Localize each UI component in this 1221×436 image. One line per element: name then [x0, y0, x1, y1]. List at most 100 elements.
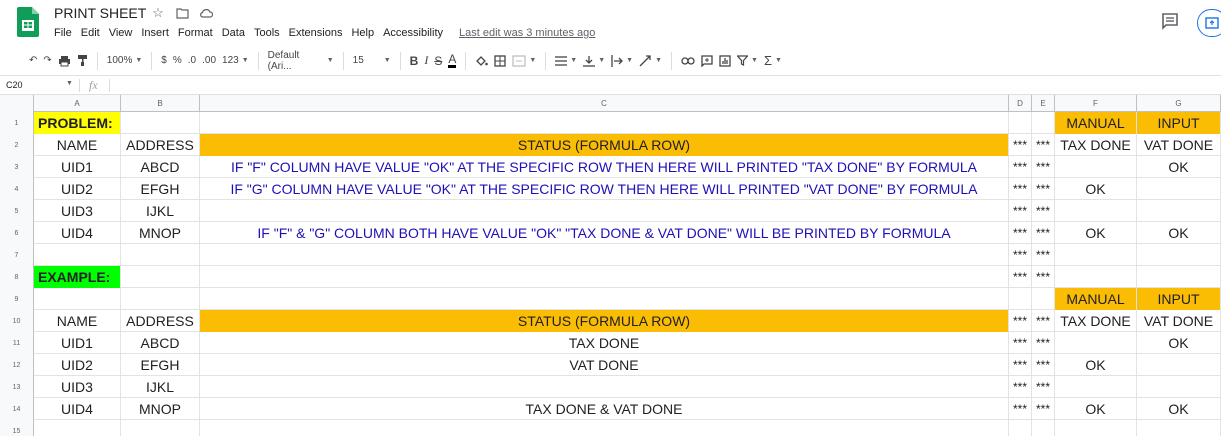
cell-d10[interactable]: *** — [1009, 310, 1032, 332]
cell-g4[interactable] — [1137, 178, 1221, 200]
row-header[interactable]: 15 — [0, 420, 34, 436]
cell-e14[interactable]: *** — [1032, 398, 1055, 420]
cell-a4[interactable]: UID2 — [34, 178, 121, 200]
cell-g14[interactable]: OK — [1137, 398, 1221, 420]
cell-b6[interactable]: MNOP — [121, 222, 200, 244]
cell-e15[interactable] — [1032, 420, 1055, 436]
cell-a6[interactable]: UID4 — [34, 222, 121, 244]
horizontal-align-icon[interactable]: ▼ — [552, 51, 580, 71]
row-header[interactable]: 10 — [0, 310, 34, 332]
cell-g12[interactable] — [1137, 354, 1221, 376]
strikethrough-button[interactable]: S — [431, 51, 445, 71]
vertical-align-icon[interactable]: ▼ — [580, 51, 608, 71]
cell-a2[interactable]: NAME — [34, 134, 121, 156]
cell-e9[interactable] — [1032, 288, 1055, 310]
cell-e7[interactable]: *** — [1032, 244, 1055, 266]
column-header-c[interactable]: C — [200, 95, 1009, 112]
insert-link-icon[interactable] — [678, 51, 698, 71]
cell-g11[interactable]: OK — [1137, 332, 1221, 354]
cloud-status-icon[interactable] — [198, 5, 214, 21]
undo-icon[interactable]: ↶ — [26, 51, 40, 71]
cell-e6[interactable]: *** — [1032, 222, 1055, 244]
spreadsheet-grid[interactable]: A B C D E F G 1 PROBLEM: MANUAL INPUT 2 NAME A… — [0, 95, 1221, 436]
borders-icon[interactable] — [491, 51, 509, 71]
cell-f10[interactable]: TAX DONE — [1055, 310, 1137, 332]
cell-f11[interactable] — [1055, 332, 1137, 354]
cell-e10[interactable]: *** — [1032, 310, 1055, 332]
row-header[interactable]: 7 — [0, 244, 34, 266]
paint-format-icon[interactable] — [74, 51, 91, 71]
currency-format-button[interactable]: $ — [158, 51, 170, 71]
cell-a5[interactable]: UID3 — [34, 200, 121, 222]
menu-edit[interactable]: Edit — [81, 27, 100, 39]
fill-color-icon[interactable] — [472, 51, 491, 71]
cell-b13[interactable]: IJKL — [121, 376, 200, 398]
column-header-g[interactable]: G — [1137, 95, 1221, 112]
cell-b2[interactable]: ADDRESS — [121, 134, 200, 156]
cell-c9[interactable] — [200, 288, 1009, 310]
column-header-f[interactable]: F — [1055, 95, 1137, 112]
cell-c1[interactable] — [200, 112, 1009, 134]
menu-accessibility[interactable]: Accessibility — [383, 27, 443, 39]
cell-c13[interactable] — [200, 376, 1009, 398]
cell-b14[interactable]: MNOP — [121, 398, 200, 420]
cell-a3[interactable]: UID1 — [34, 156, 121, 178]
name-box[interactable]: C20 — [6, 80, 74, 90]
cell-b4[interactable]: EFGH — [121, 178, 200, 200]
cell-d1[interactable] — [1009, 112, 1032, 134]
cell-d13[interactable]: *** — [1009, 376, 1032, 398]
cell-d15[interactable] — [1009, 420, 1032, 436]
cell-f2[interactable]: TAX DONE — [1055, 134, 1137, 156]
bold-button[interactable]: B — [407, 51, 422, 71]
cell-g8[interactable] — [1137, 266, 1221, 288]
star-icon[interactable]: ☆ — [150, 5, 166, 21]
cell-f3[interactable] — [1055, 156, 1137, 178]
cell-f9[interactable]: MANUAL — [1055, 288, 1137, 310]
cell-d12[interactable]: *** — [1009, 354, 1032, 376]
cell-e1[interactable] — [1032, 112, 1055, 134]
cell-d2[interactable]: *** — [1009, 134, 1032, 156]
row-header[interactable]: 11 — [0, 332, 34, 354]
zoom-select[interactable]: 100% ▼ — [104, 51, 146, 71]
cell-c4[interactable]: IF "G" COLUMN HAVE VALUE "OK" AT THE SPE… — [200, 178, 1009, 200]
cell-c15[interactable] — [200, 420, 1009, 436]
cell-b15[interactable] — [121, 420, 200, 436]
comment-history-icon[interactable] — [1161, 12, 1179, 30]
present-button[interactable] — [1197, 9, 1221, 37]
cell-a12[interactable]: UID2 — [34, 354, 121, 376]
row-header[interactable]: 14 — [0, 398, 34, 420]
menu-tools[interactable]: Tools — [254, 27, 280, 39]
font-select[interactable]: Default (Ari... ▼ — [265, 50, 337, 72]
cell-c10[interactable]: STATUS (FORMULA ROW) — [200, 310, 1009, 332]
row-header[interactable]: 6 — [0, 222, 34, 244]
menu-insert[interactable]: Insert — [141, 27, 169, 39]
cell-c5[interactable] — [200, 200, 1009, 222]
cell-g10[interactable]: VAT DONE — [1137, 310, 1221, 332]
column-header-e[interactable]: E — [1032, 95, 1055, 112]
cell-f13[interactable] — [1055, 376, 1137, 398]
cell-g2[interactable]: VAT DONE — [1137, 134, 1221, 156]
cell-d11[interactable]: *** — [1009, 332, 1032, 354]
cell-g5[interactable] — [1137, 200, 1221, 222]
cell-g3[interactable]: OK — [1137, 156, 1221, 178]
column-header-d[interactable]: D — [1009, 95, 1032, 112]
cell-g6[interactable]: OK — [1137, 222, 1221, 244]
cell-c6[interactable]: IF "F" & "G" COLUMN BOTH HAVE VALUE "OK"… — [200, 222, 1009, 244]
row-header[interactable]: 4 — [0, 178, 34, 200]
cell-e8[interactable]: *** — [1032, 266, 1055, 288]
cell-g15[interactable] — [1137, 420, 1221, 436]
cell-f1[interactable]: MANUAL — [1055, 112, 1137, 134]
cell-b9[interactable] — [121, 288, 200, 310]
cell-e11[interactable]: *** — [1032, 332, 1055, 354]
cell-d9[interactable] — [1009, 288, 1032, 310]
move-folder-icon[interactable] — [174, 5, 190, 21]
menu-help[interactable]: Help — [351, 27, 374, 39]
cell-c3[interactable]: IF "F" COLUMN HAVE VALUE "OK" AT THE SPE… — [200, 156, 1009, 178]
cell-e12[interactable]: *** — [1032, 354, 1055, 376]
cell-a15[interactable] — [34, 420, 121, 436]
row-header[interactable]: 5 — [0, 200, 34, 222]
more-formats-button[interactable]: 123 ▼ — [219, 51, 252, 71]
cell-e4[interactable]: *** — [1032, 178, 1055, 200]
insert-comment-icon[interactable] — [698, 51, 716, 71]
functions-button[interactable]: Σ ▼ — [761, 51, 785, 71]
